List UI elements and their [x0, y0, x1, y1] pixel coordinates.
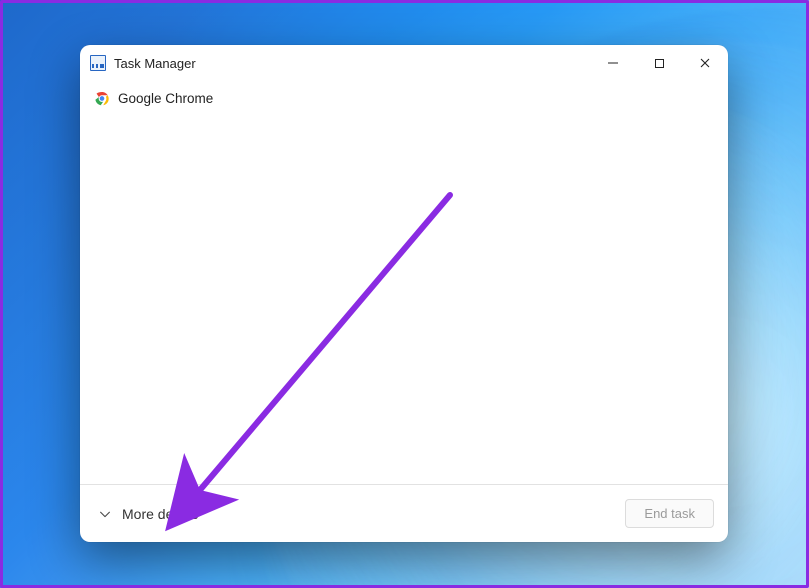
process-row[interactable]: Google Chrome — [80, 85, 728, 111]
end-task-button[interactable]: End task — [625, 499, 714, 528]
window-controls — [590, 45, 728, 81]
titlebar[interactable]: Task Manager — [80, 45, 728, 81]
window-title: Task Manager — [114, 56, 196, 71]
process-name: Google Chrome — [118, 91, 213, 106]
task-manager-icon — [90, 55, 106, 71]
close-button[interactable] — [682, 45, 728, 81]
chrome-icon — [94, 90, 110, 106]
minimize-icon — [607, 57, 619, 69]
chevron-down-icon — [98, 507, 112, 521]
minimize-button[interactable] — [590, 45, 636, 81]
maximize-button[interactable] — [636, 45, 682, 81]
end-task-label: End task — [644, 506, 695, 521]
more-details-label: More details — [122, 506, 198, 522]
task-manager-window: Task Manager Google C — [80, 45, 728, 542]
process-list: Google Chrome — [80, 81, 728, 484]
close-icon — [699, 57, 711, 69]
footer: More details End task — [80, 484, 728, 542]
maximize-icon — [654, 58, 665, 69]
more-details-button[interactable]: More details — [94, 500, 202, 528]
